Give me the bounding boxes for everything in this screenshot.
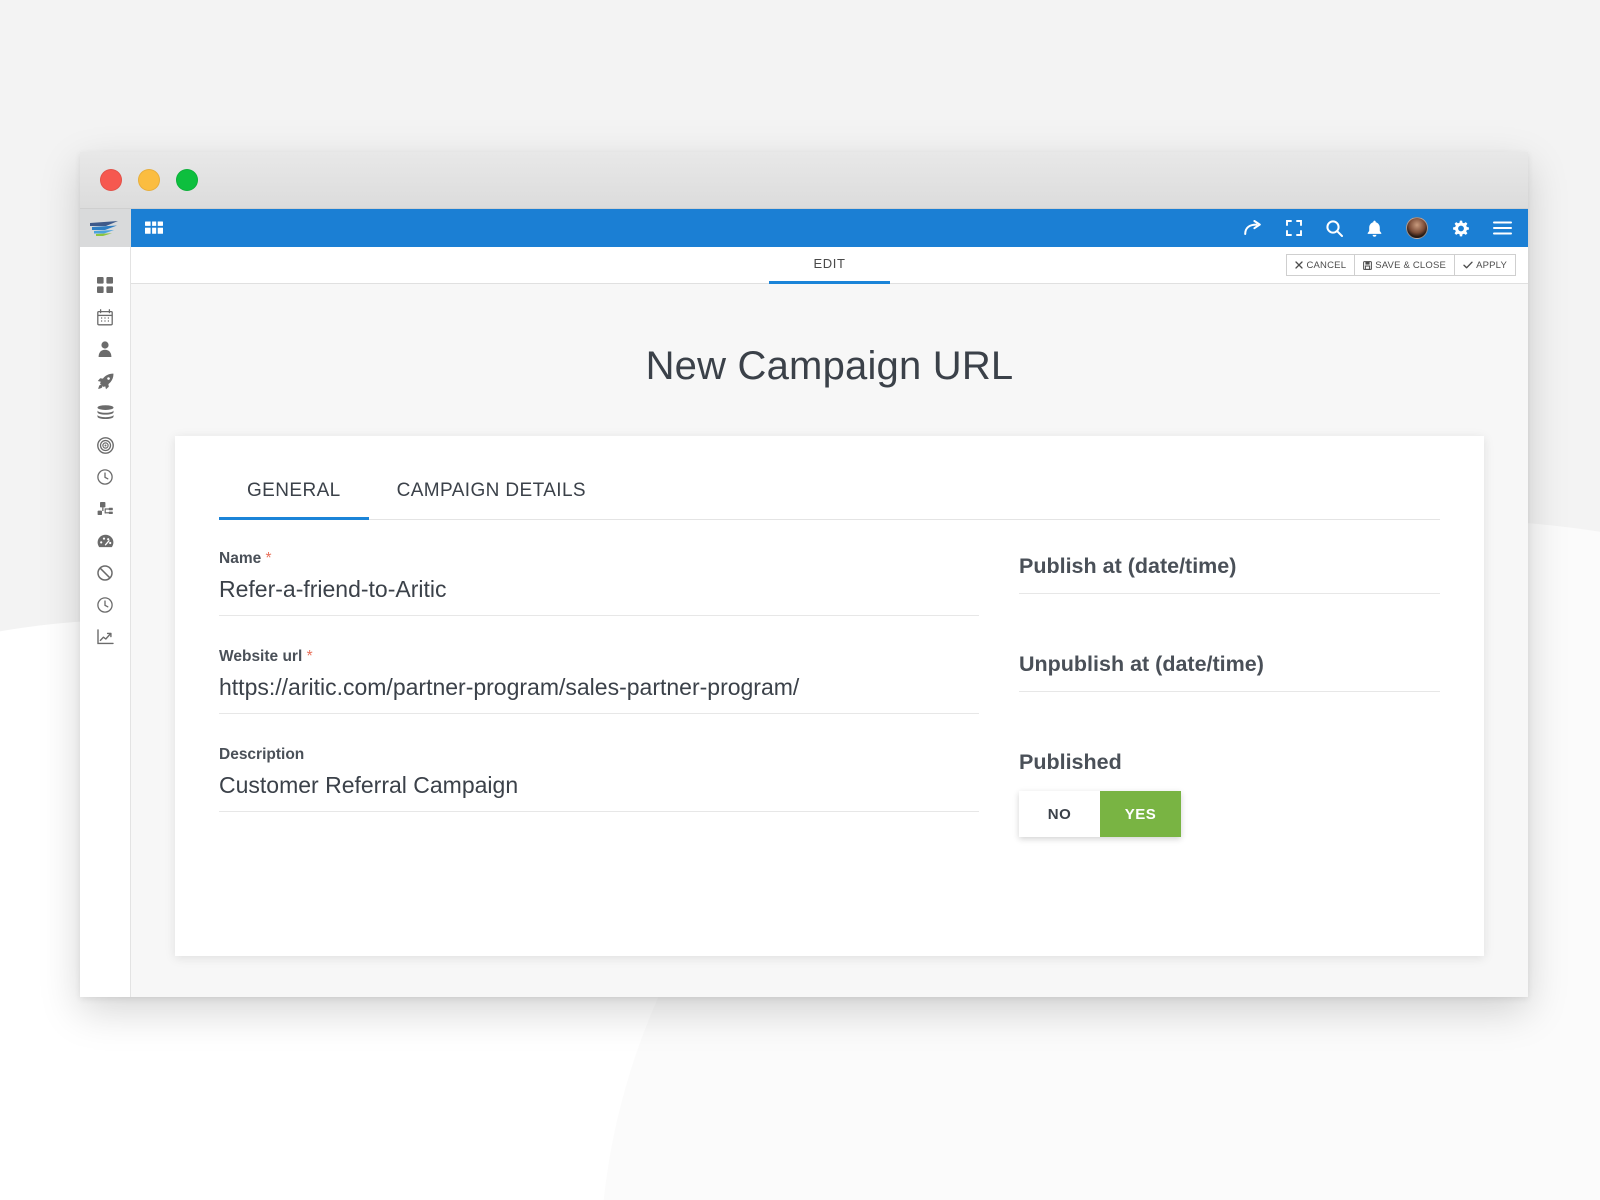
window-titlebar: [80, 152, 1528, 209]
check-icon: [1463, 261, 1473, 269]
published-toggle-yes[interactable]: YES: [1100, 791, 1181, 837]
field-unpublish-at: Unpublish at (date/time): [1019, 652, 1440, 692]
analytics-chart-icon: [96, 629, 114, 645]
apply-button-label: APPLY: [1476, 259, 1507, 271]
page-root: EDIT CANCEL SAVE & CLOSE APPLY New Campa…: [0, 0, 1600, 1200]
sidebar-item-do-not-contact[interactable]: [80, 557, 130, 589]
tab-campaign-details[interactable]: CAMPAIGN DETAILS: [369, 472, 614, 519]
sidebar-item-analytics[interactable]: [80, 621, 130, 653]
dashboard-grid-icon: [97, 277, 113, 293]
hamburger-menu-icon[interactable]: [1493, 221, 1512, 235]
app-viewport: EDIT CANCEL SAVE & CLOSE APPLY New Campa…: [80, 209, 1528, 997]
form-card: GENERAL CAMPAIGN DETAILS Name * Refer-a-…: [175, 436, 1484, 956]
unpublish-at-input[interactable]: Unpublish at (date/time): [1019, 652, 1440, 692]
required-asterisk: *: [265, 550, 272, 567]
gauge-dashboard-icon: [97, 534, 114, 549]
clock-icon: [97, 469, 113, 485]
form-column-right: Publish at (date/time) Unpublish at (dat…: [1019, 550, 1440, 844]
rocket-icon: [97, 373, 114, 390]
app-main-column: EDIT CANCEL SAVE & CLOSE APPLY New Campa…: [131, 209, 1528, 997]
page-title: New Campaign URL: [645, 344, 1014, 388]
field-description-label: Description: [219, 746, 305, 763]
form-tabs: GENERAL CAMPAIGN DETAILS: [219, 472, 1440, 520]
form-body: Name * Refer-a-friend-to-Aritic Website …: [219, 520, 1440, 844]
cancel-button[interactable]: CANCEL: [1286, 254, 1356, 276]
field-website-url-label: Website url *: [219, 648, 979, 666]
edit-action-buttons: CANCEL SAVE & CLOSE APPLY: [1286, 254, 1516, 276]
window-maximize-button[interactable]: [176, 169, 198, 191]
published-toggle-no[interactable]: NO: [1019, 791, 1100, 837]
target-bullseye-icon: [96, 436, 114, 454]
ban-block-icon: [97, 565, 113, 581]
field-description: Description Customer Referral Campaign: [219, 746, 979, 812]
sitemap-puzzle-icon: [97, 501, 114, 517]
contact-person-icon: [98, 341, 112, 357]
app-topbar: [131, 209, 1528, 247]
required-asterisk: *: [306, 648, 313, 665]
field-published: Published NO YES: [1019, 750, 1440, 837]
content-area: New Campaign URL GENERAL CAMPAIGN DETAIL…: [131, 284, 1528, 997]
published-toggle[interactable]: NO YES: [1019, 791, 1181, 837]
sidebar-icon-list: [80, 247, 130, 653]
sidebar-item-scheduler[interactable]: [80, 589, 130, 621]
field-name-label-text: Name: [219, 550, 262, 567]
close-x-icon: [1295, 261, 1304, 269]
edit-toolbar: EDIT CANCEL SAVE & CLOSE APPLY: [131, 247, 1528, 284]
window-minimize-button[interactable]: [138, 169, 160, 191]
description-input[interactable]: Customer Referral Campaign: [219, 772, 979, 812]
database-stack-icon: [97, 405, 114, 421]
publish-at-input[interactable]: Publish at (date/time): [1019, 554, 1440, 594]
app-sidebar: [80, 209, 131, 997]
field-website-url: Website url * https://aritic.com/partner…: [219, 648, 979, 714]
sidebar-item-plugins[interactable]: [80, 493, 130, 525]
sidebar-item-assets[interactable]: [80, 397, 130, 429]
save-and-close-button[interactable]: SAVE & CLOSE: [1354, 254, 1456, 276]
apply-button[interactable]: APPLY: [1454, 254, 1516, 276]
clock-history-icon: [97, 597, 113, 613]
calendar-icon: [97, 308, 113, 326]
tab-general[interactable]: GENERAL: [219, 472, 369, 520]
sidebar-item-stages[interactable]: [80, 461, 130, 493]
topbar-actions: [1244, 217, 1512, 239]
website-url-input[interactable]: https://aritic.com/partner-program/sales…: [219, 674, 979, 714]
published-label: Published: [1019, 750, 1122, 774]
save-disk-icon: [1363, 260, 1373, 270]
grid-menu-icon[interactable]: [145, 221, 163, 235]
sidebar-item-campaigns[interactable]: [80, 365, 130, 397]
field-website-url-label-text: Website url: [219, 648, 303, 665]
fullscreen-expand-icon[interactable]: [1286, 220, 1302, 236]
aritic-logo[interactable]: [80, 209, 131, 247]
tab-edit[interactable]: EDIT: [769, 247, 890, 284]
browser-window: EDIT CANCEL SAVE & CLOSE APPLY New Campa…: [80, 152, 1528, 997]
sidebar-item-contacts[interactable]: [80, 333, 130, 365]
field-name-label: Name *: [219, 550, 979, 568]
field-name: Name * Refer-a-friend-to-Aritic: [219, 550, 979, 616]
bell-notification-icon[interactable]: [1367, 220, 1382, 237]
gear-settings-icon[interactable]: [1452, 220, 1469, 237]
sidebar-item-dashboard[interactable]: [80, 269, 130, 301]
search-icon[interactable]: [1326, 219, 1343, 237]
sidebar-item-calendar[interactable]: [80, 301, 130, 333]
sidebar-item-points[interactable]: [80, 429, 130, 461]
name-input[interactable]: Refer-a-friend-to-Aritic: [219, 576, 979, 616]
save-and-close-button-label: SAVE & CLOSE: [1375, 259, 1447, 271]
window-close-button[interactable]: [100, 169, 122, 191]
avatar[interactable]: [1406, 217, 1428, 239]
share-arrow-icon[interactable]: [1244, 220, 1262, 236]
field-publish-at: Publish at (date/time): [1019, 554, 1440, 594]
sidebar-item-reports[interactable]: [80, 525, 130, 557]
cancel-button-label: CANCEL: [1306, 259, 1347, 271]
form-column-left: Name * Refer-a-friend-to-Aritic Website …: [219, 550, 979, 844]
